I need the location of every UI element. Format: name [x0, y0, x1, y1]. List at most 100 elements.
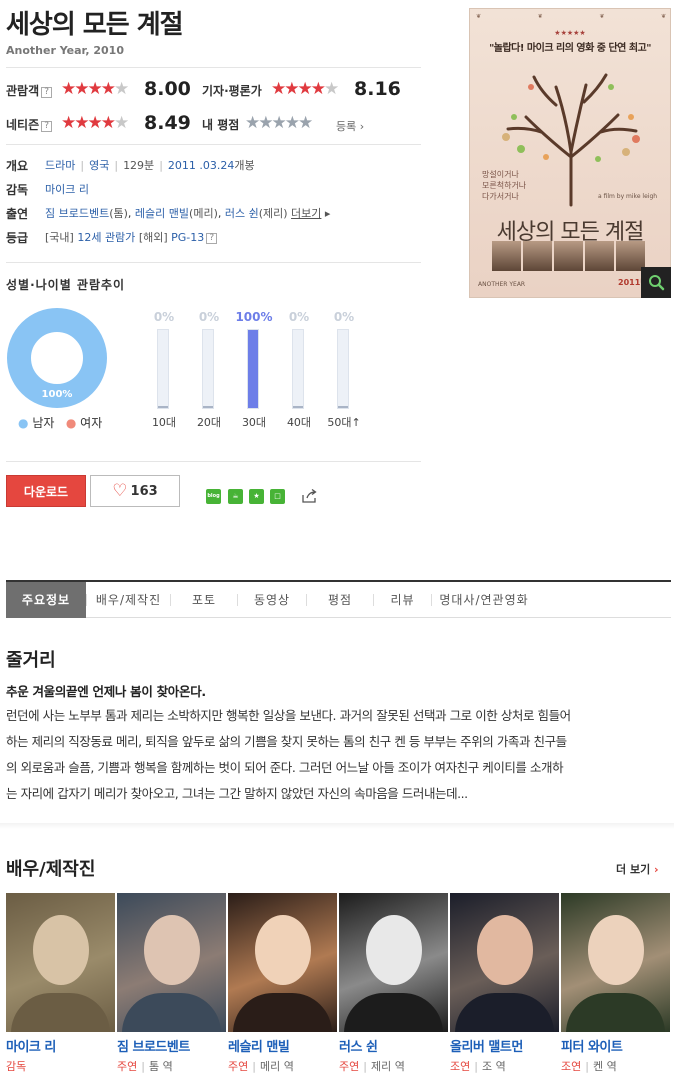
star-filled-icon: ★ [74, 113, 89, 133]
gender-donut-male [7, 308, 107, 408]
gender-donut-label: 100% [42, 389, 73, 400]
cast-role-separator: | [474, 1060, 478, 1073]
star-empty-icon[interactable]: ★ [258, 113, 273, 133]
star-filled-icon: ★ [61, 79, 76, 99]
tab-item[interactable]: 배우/제작진 [87, 582, 170, 618]
tab-item[interactable]: 평점 [307, 582, 373, 618]
cast-photo[interactable] [450, 893, 559, 1032]
star-filled-icon: ★ [310, 79, 326, 99]
gender-legend: ● 남자 ● 여자 [18, 414, 102, 431]
cafe-share-icon[interactable]: ☕ [228, 489, 243, 504]
movie-title: 세상의 모든 계절 [6, 10, 184, 40]
cast-photo[interactable] [339, 893, 448, 1032]
movie-poster[interactable]: ❦ ❦ ❦ ❦ ★★★★★ "놀랍다! 마이크 리의 영화 중 단연 최고" 망설이거… [469, 8, 671, 298]
cast-role-separator: | [585, 1060, 589, 1073]
help-icon[interactable]: ? [206, 233, 218, 244]
cast-role: 주연 | 톰 역 [117, 1058, 173, 1074]
cast-character: 톰 역 [148, 1060, 173, 1073]
netizen-stars: ★★★★★ [61, 113, 129, 133]
runtime: 129분 [123, 159, 155, 172]
tab-item[interactable]: 동영상 [238, 582, 306, 618]
star-empty-icon: ★ [324, 79, 339, 99]
age-bar-percent: 0% [198, 310, 220, 324]
help-icon[interactable]: ? [41, 87, 53, 98]
cast-photo-body [455, 993, 554, 1032]
overview-label: 개요 [6, 159, 29, 173]
synopsis-line: 의 외로움과 슬픔, 기쁨과 행복을 함께하는 벗이 되어 준다. 그러던 어느… [6, 760, 564, 775]
audience-rating-label-wrap: 관람객? [6, 82, 53, 99]
cast-role-type: 주연 [228, 1060, 249, 1073]
age-bar-percent: 100% [235, 310, 273, 324]
cast-photo[interactable] [117, 893, 226, 1032]
cast-role-type: 조연 [450, 1060, 471, 1073]
cast-name[interactable]: 마이크 리 [6, 1036, 56, 1055]
cast-photo[interactable] [561, 893, 670, 1032]
original-title: Another Year, 2010 [6, 44, 124, 57]
star-empty-icon[interactable]: ★ [245, 113, 260, 133]
grade-values: [국내] 12세 관람가 [해외] PG-13? [45, 229, 218, 245]
cast-photo[interactable] [228, 893, 337, 1032]
bookmark-share-icon[interactable]: ★ [249, 489, 264, 504]
grade-intl-link[interactable]: PG-13 [171, 231, 204, 244]
cast-character: 조 역 [481, 1060, 506, 1073]
star-filled-icon: ★ [74, 79, 89, 99]
heart-icon: ♡ [112, 481, 128, 501]
cast-role: 조연 | 조 역 [450, 1058, 506, 1074]
blog-share-icon[interactable]: blog [206, 489, 221, 504]
director-link[interactable]: 마이크 리 [45, 181, 89, 197]
age-bar-fill [203, 406, 213, 408]
star-filled-icon: ★ [87, 79, 103, 99]
age-bar-label: 10대 [151, 416, 177, 429]
cast-name[interactable]: 올리버 맬트먼 [450, 1036, 523, 1055]
poster-side-text: 망설이거나 모른척하거나 다가서거나 [482, 170, 527, 201]
cast-more-link[interactable]: 더보기 [291, 207, 321, 220]
cast-name[interactable]: 러스 쉰 [339, 1036, 378, 1055]
star-empty-icon: ★ [114, 79, 129, 99]
age-bar-fill [338, 406, 348, 408]
cast-photo[interactable] [6, 893, 115, 1032]
magnifier-icon [649, 275, 665, 291]
cast-role: 감독 [6, 1058, 26, 1074]
star-filled-icon: ★ [271, 79, 286, 99]
cast-photo-body [344, 993, 443, 1032]
like-button[interactable]: ♡ 163 [90, 475, 180, 507]
star-filled-icon: ★ [297, 79, 313, 99]
cast-photo-face [144, 915, 200, 985]
country-link[interactable]: 영국 [89, 159, 109, 172]
my-rating-label: 내 평점 [202, 118, 240, 132]
band-share-icon[interactable]: □ [270, 489, 285, 504]
star-empty-icon[interactable]: ★ [298, 113, 313, 133]
star-filled-icon: ★ [284, 79, 299, 99]
share-icon[interactable] [301, 489, 318, 504]
cast-photo-body [11, 993, 110, 1032]
zoom-button[interactable] [641, 267, 671, 298]
star-filled-icon: ★ [87, 113, 103, 133]
genre-link[interactable]: 드라마 [45, 159, 75, 172]
cast-more-link[interactable]: 더 보기 › [616, 861, 659, 877]
release-date-link[interactable]: 2011 .03.24 [168, 159, 234, 172]
star-filled-icon: ★ [61, 113, 76, 133]
my-rating-stars[interactable]: ★★★★★ [245, 113, 313, 133]
tab-main-info[interactable]: 주요정보 [6, 582, 86, 618]
star-empty-icon[interactable]: ★ [285, 113, 300, 133]
cast-name[interactable]: 레슬리 맨빌 [228, 1036, 290, 1055]
help-icon[interactable]: ? [41, 121, 53, 132]
cast-photo-face [255, 915, 311, 985]
tab-item[interactable]: 포토 [171, 582, 237, 618]
download-button[interactable]: 다운로드 [6, 475, 86, 507]
cast-name[interactable]: 피터 와이트 [561, 1036, 623, 1055]
main-tabs: 주요정보 배우/제작진 포토 동영상 평점 리뷰 명대사/연관영화 [6, 580, 671, 618]
synopsis-title: 줄거리 [6, 650, 56, 671]
cast-link[interactable]: 레슬리 맨빌 [135, 207, 189, 220]
star-empty-icon[interactable]: ★ [272, 113, 287, 133]
cast-role-type: 조연 [561, 1060, 582, 1073]
tab-item[interactable]: 명대사/연관영화 [432, 582, 536, 618]
cast-link[interactable]: 짐 브로드벤트 [45, 207, 109, 220]
tab-item[interactable]: 리뷰 [374, 582, 431, 618]
register-rating-link[interactable]: 등록 › [336, 118, 364, 134]
age-bar [337, 329, 349, 409]
cast-link[interactable]: 러스 쉰 [225, 207, 259, 220]
cast-name[interactable]: 짐 브로드벤트 [117, 1036, 190, 1055]
critic-score: 8.16 [354, 78, 401, 100]
grade-kr-link[interactable]: 12세 관람가 [77, 231, 135, 244]
